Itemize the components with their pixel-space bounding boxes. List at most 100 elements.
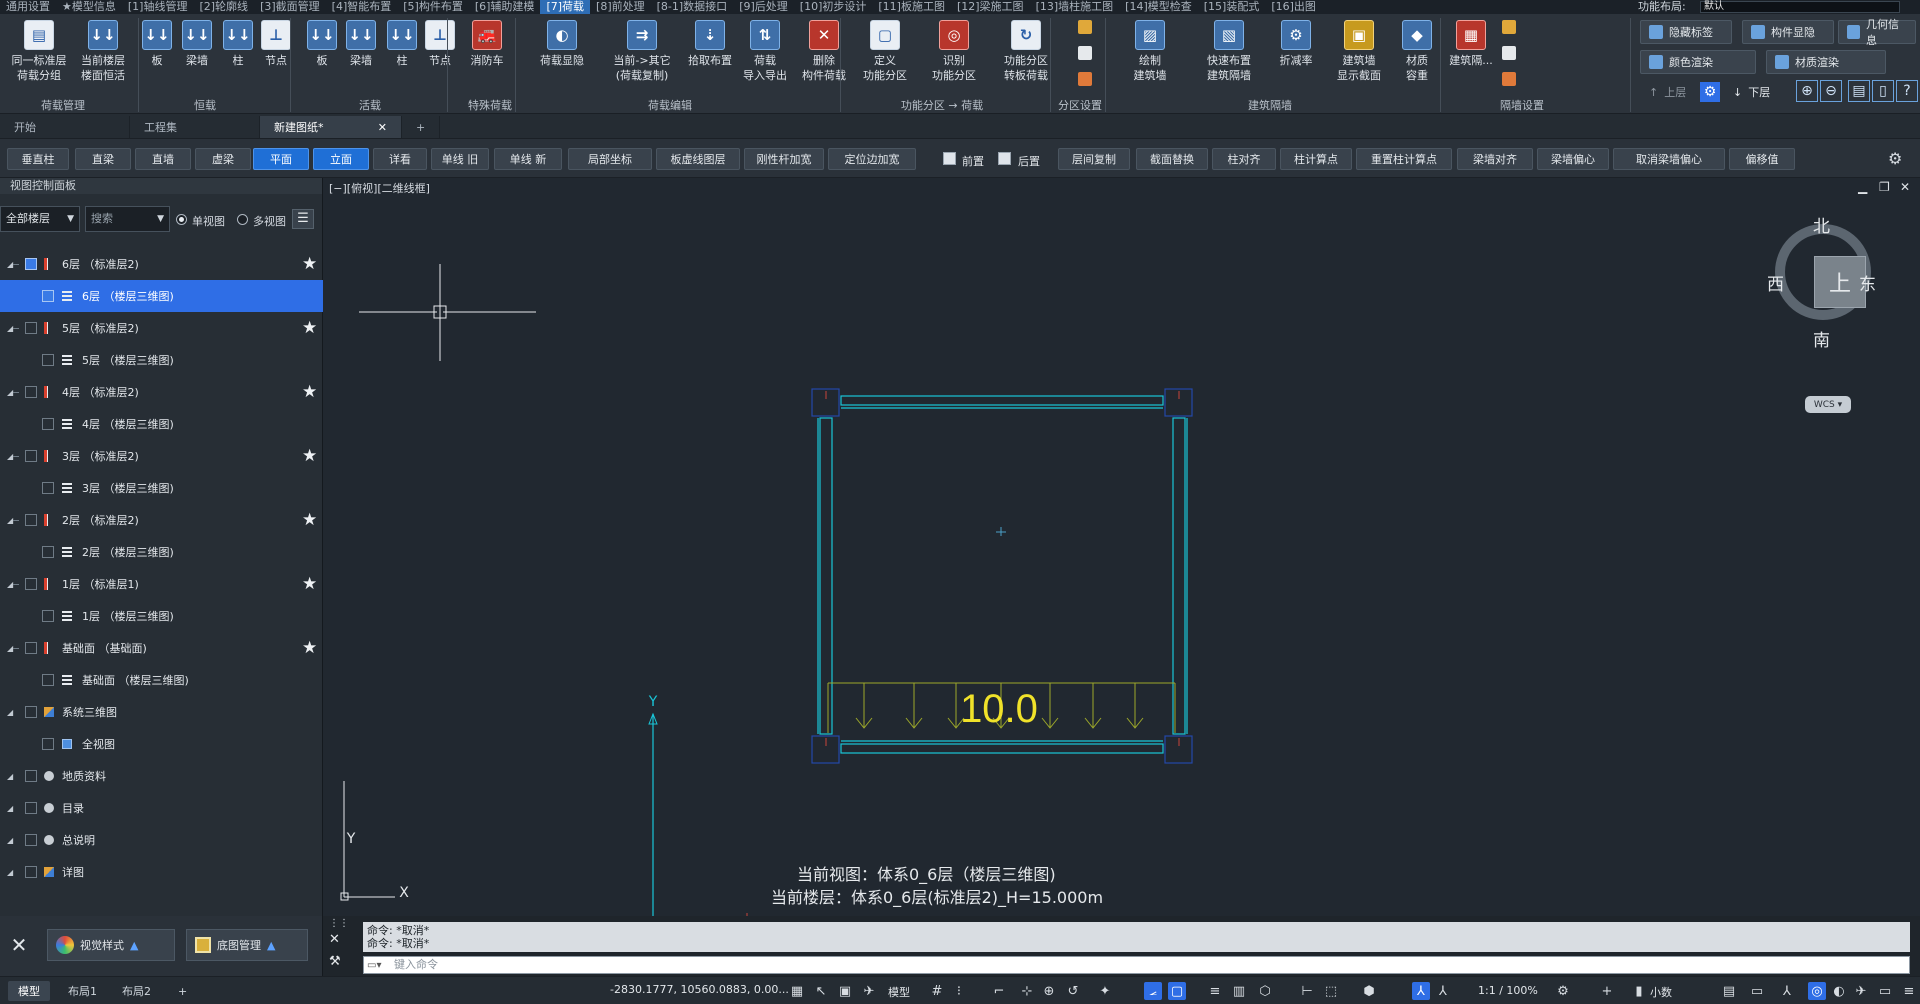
- ribbon-button[interactable]: ▧ 快速布置 建筑隔墙: [1193, 20, 1265, 83]
- ribbon-button[interactable]: ⇉ 当前->其它 (荷载复制): [601, 20, 683, 83]
- annotation-icon[interactable]: ⊢: [1298, 982, 1316, 1000]
- small-tool-icon[interactable]: [1078, 72, 1092, 86]
- color-render-select[interactable]: 颜色渲染: [1640, 50, 1756, 74]
- viewport-icon[interactable]: ⬚: [1322, 982, 1340, 1000]
- tree-row[interactable]: 3层 （楼层三维图): [0, 472, 323, 504]
- clean-screen-icon[interactable]: ◎: [1808, 982, 1826, 1000]
- layout-tab[interactable]: 布局1: [58, 981, 107, 1001]
- workspace-icon[interactable]: ⬢: [1360, 982, 1378, 1000]
- properties-icon[interactable]: ▤: [1848, 80, 1870, 102]
- menu-item[interactable]: [5]构件布置: [397, 0, 469, 14]
- material-render-select[interactable]: 材质渲染: [1766, 50, 1886, 74]
- wrench-icon[interactable]: ⚒: [329, 954, 341, 969]
- tree-checkbox[interactable]: [42, 290, 54, 302]
- tree-row[interactable]: 基础面 （楼层三维图): [0, 664, 323, 696]
- back-checkbox[interactable]: [998, 152, 1011, 165]
- tree-checkbox[interactable]: [42, 482, 54, 494]
- menu-icon[interactable]: ≡: [1900, 982, 1918, 1000]
- tree-checkbox[interactable]: [25, 386, 37, 398]
- ribbon-button[interactable]: ◆ 材质 容重: [1389, 20, 1445, 83]
- menu-item[interactable]: ★模型信息: [56, 0, 122, 14]
- toolbar-button[interactable]: 板虚线图层: [656, 148, 740, 170]
- front-checkbox[interactable]: [943, 152, 956, 165]
- single-view-radio[interactable]: [176, 214, 187, 225]
- ortho-icon[interactable]: ⌐: [990, 982, 1008, 1000]
- menu-item[interactable]: [11]板施工图: [872, 0, 951, 14]
- ribbon-button[interactable]: ⇅ 荷载 导入导出: [733, 20, 797, 83]
- view-style-button[interactable]: 视觉样式 ▲: [47, 929, 175, 961]
- drawing-canvas[interactable]: [−][俯视][二维线框] ▁ ❐ ✕ 10.0 Y Y X 上 北 南 东 西…: [323, 178, 1920, 916]
- dot-grid-icon[interactable]: ⁝: [950, 982, 968, 1000]
- tree-row[interactable]: 2层 （楼层三维图): [0, 536, 323, 568]
- annotation-scale-icon[interactable]: ⅄: [1412, 982, 1430, 1000]
- expand-icon[interactable]: ◢: [7, 804, 13, 813]
- tree-row[interactable]: 全视图: [0, 728, 323, 760]
- toolbar-button[interactable]: 立面: [313, 148, 369, 170]
- menu-item[interactable]: [10]初步设计: [794, 0, 873, 14]
- transparency-icon[interactable]: ▥: [1230, 982, 1248, 1000]
- tree-checkbox[interactable]: [42, 738, 54, 750]
- settings-icon[interactable]: ⚙: [1554, 982, 1572, 1000]
- properties-icon[interactable]: ▤: [1720, 982, 1738, 1000]
- hardware-icon[interactable]: ▭: [1748, 982, 1766, 1000]
- navigate-icon[interactable]: ✈: [1852, 982, 1870, 1000]
- menu-item[interactable]: [15]装配式: [1198, 0, 1266, 14]
- star-icon[interactable]: ★: [302, 254, 317, 274]
- layer-icon[interactable]: ▯: [1872, 80, 1894, 102]
- ribbon-button[interactable]: ↻ 功能分区 转板荷载: [990, 20, 1062, 83]
- toolbar-button[interactable]: 梁墙偏心: [1537, 148, 1609, 170]
- compass-north[interactable]: 北: [1813, 212, 1830, 237]
- ribbon-button[interactable]: ◎ 识别 功能分区: [922, 20, 986, 83]
- display-icon[interactable]: ▣: [836, 982, 854, 1000]
- tree-checkbox[interactable]: [25, 258, 37, 270]
- tree-checkbox[interactable]: [25, 866, 37, 878]
- document-tab[interactable]: 工程集: [130, 116, 260, 138]
- hide-label-button[interactable]: 隐藏标签: [1640, 20, 1732, 44]
- expand-icon[interactable]: ◢: [7, 868, 13, 877]
- ribbon-button[interactable]: 🚒 消防车: [462, 20, 512, 68]
- tree-row[interactable]: ◢ 地质资料: [0, 760, 323, 792]
- small-tool-icon[interactable]: [1502, 46, 1516, 60]
- tree-row[interactable]: ◢ 3层 （标准层2) ★: [0, 440, 323, 472]
- base-map-button[interactable]: 底图管理 ▲: [186, 929, 308, 961]
- menu-item[interactable]: [14]模型检查: [1119, 0, 1198, 14]
- add-layout-button[interactable]: +: [168, 981, 197, 1001]
- menu-item[interactable]: [13]墙柱施工图: [1030, 0, 1120, 14]
- toggle-icon[interactable]: ◐: [1830, 982, 1848, 1000]
- down-floor-button[interactable]: ↓ 下层: [1724, 80, 1782, 104]
- selection-cycle-icon[interactable]: ▢: [1168, 982, 1186, 1000]
- zoom-in-icon[interactable]: ⊕: [1796, 80, 1818, 102]
- menu-item[interactable]: [1]轴线管理: [122, 0, 194, 14]
- menu-item[interactable]: [2]轮廓线: [193, 0, 254, 14]
- toolbar-button[interactable]: 平面: [253, 148, 309, 170]
- tree-row[interactable]: ◢ 6层 （标准层2) ★: [0, 248, 323, 280]
- document-tab[interactable]: 新建图纸* ✕: [260, 116, 402, 138]
- compass-east[interactable]: 东: [1859, 270, 1876, 295]
- tree-row[interactable]: ◢ 总说明: [0, 824, 323, 856]
- command-input[interactable]: ▭▾ 键入命令: [363, 956, 1910, 974]
- menu-item[interactable]: [7]荷载: [540, 0, 591, 14]
- tree-row[interactable]: 5层 （楼层三维图): [0, 344, 323, 376]
- toolbar-button[interactable]: 直梁: [75, 148, 131, 170]
- track-icon[interactable]: ⊕: [1040, 982, 1058, 1000]
- tree-row[interactable]: ◢ 系统三维图: [0, 696, 323, 728]
- select-icon[interactable]: ↖: [812, 982, 830, 1000]
- component-visibility-button[interactable]: 构件显隐: [1742, 20, 1834, 44]
- small-tool-icon[interactable]: [1502, 72, 1516, 86]
- add-icon[interactable]: +: [1598, 982, 1616, 1000]
- menu-item[interactable]: [4]智能布置: [326, 0, 398, 14]
- toolbar-button[interactable]: 单线 旧: [431, 148, 489, 170]
- ribbon-button[interactable]: ◐ 荷载显隐: [528, 20, 596, 68]
- tree-checkbox[interactable]: [25, 770, 37, 782]
- snap-icon[interactable]: ▦: [788, 982, 806, 1000]
- close-icon[interactable]: ✕: [329, 932, 340, 947]
- multi-view-radio[interactable]: [237, 214, 248, 225]
- menu-item[interactable]: [12]梁施工图: [951, 0, 1030, 14]
- tree-checkbox[interactable]: [42, 674, 54, 686]
- toolbar-button[interactable]: 详看: [373, 148, 427, 170]
- menu-icon[interactable]: ☰: [292, 209, 314, 229]
- tree-checkbox[interactable]: [42, 354, 54, 366]
- star-icon[interactable]: ★: [302, 574, 317, 594]
- menu-item[interactable]: [8-1]数据接口: [651, 0, 734, 14]
- small-tool-icon[interactable]: [1078, 46, 1092, 60]
